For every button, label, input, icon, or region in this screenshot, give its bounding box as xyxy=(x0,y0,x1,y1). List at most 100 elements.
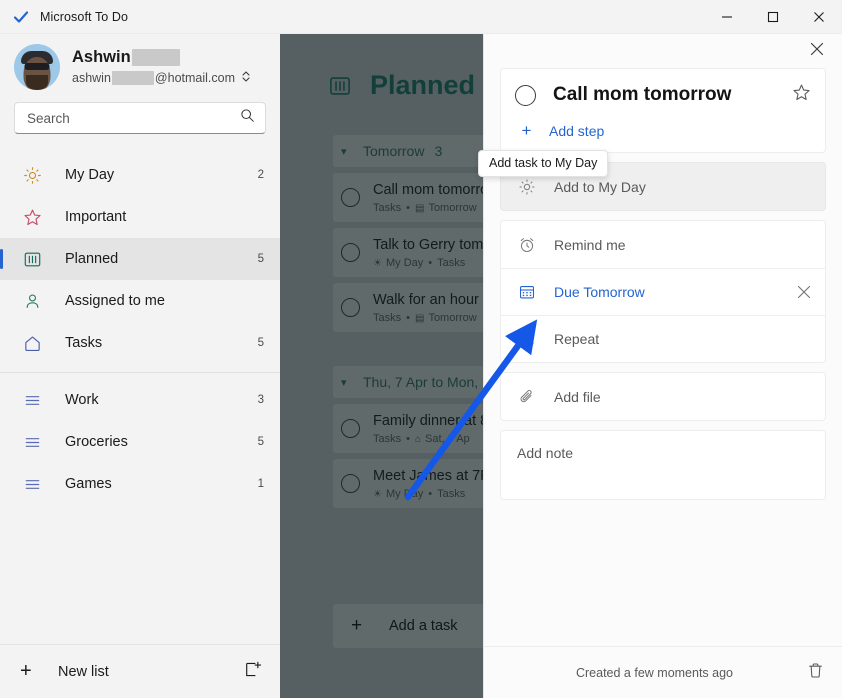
list-icon xyxy=(22,474,42,494)
sun-icon xyxy=(517,177,537,197)
clear-due-date-icon[interactable] xyxy=(797,285,811,299)
account-name-row: Ashwin xyxy=(72,48,251,67)
task-meta: Tasks • ▤ Tomorrow xyxy=(373,202,483,214)
table-row[interactable]: Talk to Gerry tomo ☀ My Day • Tasks xyxy=(333,228,483,277)
add-step-label: Add step xyxy=(549,123,605,139)
add-file-card[interactable]: Add file xyxy=(500,372,826,421)
list-header: Planned xyxy=(280,34,483,101)
table-row[interactable]: Meet James at 7PM ☀ My Day • Tasks xyxy=(333,459,483,508)
task-text: Family dinner at 8 Tasks • ⌂ Sat, 9 Ap xyxy=(373,412,483,445)
meta-separator: • xyxy=(406,312,410,324)
table-row[interactable]: Call mom tomorrow Tasks • ▤ Tomorrow xyxy=(333,173,483,222)
sidebar-item-label: Work xyxy=(65,392,99,408)
meta-separator: • xyxy=(406,433,410,445)
task-meta-list: My Day xyxy=(385,488,424,500)
star-outline-icon[interactable] xyxy=(792,83,811,107)
meta-separator: • xyxy=(428,488,433,500)
sidebar-item-my-day[interactable]: My Day 2 xyxy=(0,154,280,196)
task-meta-due: Tasks xyxy=(437,257,466,269)
group-header-tomorrow[interactable]: ▾ Tomorrow 3 xyxy=(333,135,483,167)
list-icon xyxy=(22,432,42,452)
bell-icon: ⌂ xyxy=(414,433,422,445)
complete-circle-icon[interactable] xyxy=(341,188,360,207)
task-meta-list: Tasks xyxy=(373,433,402,445)
add-step-button[interactable]: + Add step xyxy=(515,121,811,141)
sidebar-item-important[interactable]: Important xyxy=(0,196,280,238)
page-title: Planned xyxy=(370,70,476,100)
task-title-row: Call mom tomorrow xyxy=(515,83,811,107)
sun-icon xyxy=(22,165,42,185)
sidebar-item-tasks[interactable]: Tasks 5 xyxy=(0,322,280,364)
chevron-up-down-icon[interactable] xyxy=(241,70,251,86)
add-note-card[interactable]: Add note xyxy=(500,430,826,500)
sidebar-item-games[interactable]: Games 1 xyxy=(0,463,280,505)
search-input[interactable] xyxy=(27,110,240,126)
smart-lists: My Day 2 Important Planned 5 Assigned to… xyxy=(0,154,280,505)
table-row[interactable]: Walk for an hour e Tasks • ▤ Tomorrow xyxy=(333,283,483,332)
group-count: 3 xyxy=(434,143,443,159)
task-meta-due: Tasks xyxy=(437,488,466,500)
sidebar-item-groceries[interactable]: Groceries 5 xyxy=(0,421,280,463)
task-meta-list: Tasks xyxy=(373,202,402,214)
sidebar-item-label: Games xyxy=(65,476,112,492)
close-button[interactable] xyxy=(796,0,842,33)
sidebar-item-label: Tasks xyxy=(65,335,103,351)
chevron-down-icon[interactable]: ▾ xyxy=(341,376,357,389)
task-title: Call mom tomorrow xyxy=(373,182,483,198)
account-email-suffix: @hotmail.com xyxy=(154,71,235,85)
due-date-row[interactable]: Due Tomorrow xyxy=(501,268,825,315)
complete-circle-icon[interactable] xyxy=(341,243,360,262)
task-list-pane: Planned ▾ Tomorrow 3 Call mom tomorrow T… xyxy=(280,34,483,698)
sun-icon: ☀ xyxy=(373,488,382,500)
search-icon[interactable] xyxy=(240,108,255,128)
task-meta-list: Tasks xyxy=(373,312,402,324)
app-checkmark-icon xyxy=(12,8,30,26)
plus-icon: + xyxy=(521,121,532,140)
add-note-placeholder[interactable]: Add note xyxy=(517,445,573,461)
sidebar-item-work[interactable]: Work 3 xyxy=(0,379,280,421)
account-switcher[interactable]: Ashwin ashwin @hotmail.com xyxy=(0,34,280,98)
add-file-row[interactable]: Add file xyxy=(501,373,825,420)
complete-circle-icon[interactable] xyxy=(341,474,360,493)
title-bar: Microsoft To Do xyxy=(0,0,842,34)
add-to-my-day-label: Add to My Day xyxy=(554,178,646,195)
task-title: Family dinner at 8 xyxy=(373,413,483,429)
table-row[interactable]: Family dinner at 8 Tasks • ⌂ Sat, 9 Ap xyxy=(333,404,483,453)
tooltip: Add task to My Day xyxy=(478,150,609,177)
task-meta: Tasks • ⌂ Sat, 9 Ap xyxy=(373,433,483,445)
task-meta-due: Tomorrow xyxy=(428,312,477,324)
task-meta: ☀ My Day • Tasks xyxy=(373,488,483,500)
plus-icon[interactable]: + xyxy=(20,660,42,683)
close-icon[interactable] xyxy=(810,42,824,61)
remind-me-row[interactable]: Remind me xyxy=(501,221,825,268)
trash-icon[interactable] xyxy=(807,662,824,684)
created-timestamp: Created a few moments ago xyxy=(575,665,734,680)
task-title: Talk to Gerry tomo xyxy=(373,237,483,253)
window-title: Microsoft To Do xyxy=(40,9,129,24)
sidebar-item-planned[interactable]: Planned 5 xyxy=(0,238,280,280)
meta-separator: • xyxy=(428,257,433,269)
complete-circle-icon[interactable] xyxy=(341,419,360,438)
complete-circle-icon[interactable] xyxy=(341,298,360,317)
calendar-icon: ▤ xyxy=(414,312,425,324)
search-area xyxy=(0,98,280,140)
new-list-button[interactable]: New list xyxy=(58,664,245,680)
minimize-button[interactable] xyxy=(704,0,750,33)
detail-close-row xyxy=(484,34,842,68)
sidebar-item-assigned-to-me[interactable]: Assigned to me xyxy=(0,280,280,322)
group-header-date-range[interactable]: ▾ Thu, 7 Apr to Mon, 1 xyxy=(333,366,483,398)
chevron-down-icon[interactable]: ▾ xyxy=(341,145,357,158)
new-group-icon[interactable] xyxy=(245,661,262,683)
complete-circle-icon[interactable] xyxy=(515,84,536,106)
task-meta-list: My Day xyxy=(385,257,424,269)
repeat-row[interactable]: Repeat xyxy=(501,315,825,362)
maximize-button[interactable] xyxy=(750,0,796,33)
new-list-bar: + New list xyxy=(0,644,280,698)
sidebar-item-label: Planned xyxy=(65,251,119,267)
avatar-beard xyxy=(26,75,48,90)
search-box[interactable] xyxy=(14,102,266,134)
detail-spacer xyxy=(484,509,842,646)
account-email-row: ashwin @hotmail.com xyxy=(72,70,251,86)
sidebar-item-count: 1 xyxy=(257,478,264,490)
